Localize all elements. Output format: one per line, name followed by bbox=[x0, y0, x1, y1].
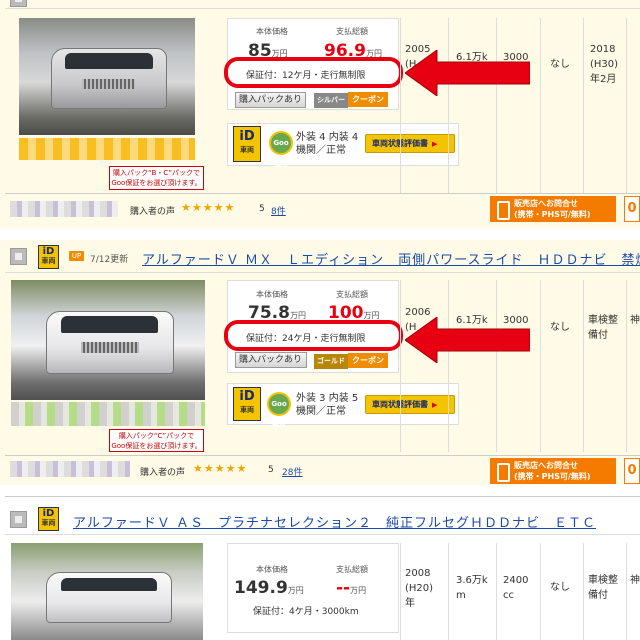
pack-note: 購入パック“C”パックで Goo保証をお選び頂けます。 bbox=[109, 429, 204, 452]
total-price: --万円 bbox=[336, 578, 367, 598]
divider bbox=[5, 193, 640, 194]
rating-stars: ★★★★★ bbox=[181, 201, 236, 214]
buy-pack-button[interactable]: 購入パックあり bbox=[235, 92, 307, 108]
divider bbox=[583, 280, 584, 452]
buyer-voice-label: 購入者の声 bbox=[140, 468, 186, 478]
repair-history: なし bbox=[550, 582, 570, 593]
divider bbox=[5, 272, 640, 273]
divider bbox=[400, 543, 401, 640]
review-count-link[interactable]: 28件 bbox=[282, 465, 302, 478]
divider bbox=[496, 280, 497, 452]
base-price: 149.9万円 bbox=[234, 578, 304, 598]
total-price-label: 支払総額 bbox=[336, 565, 368, 574]
divider bbox=[400, 18, 401, 194]
divider bbox=[626, 18, 627, 194]
divider bbox=[5, 496, 640, 497]
listing-checkbox[interactable] bbox=[10, 511, 27, 528]
divider bbox=[626, 280, 627, 452]
inspection-status: 車検整 備付 bbox=[588, 575, 618, 601]
listing-checkbox[interactable] bbox=[10, 248, 27, 265]
rating-stars: ★★★★★ bbox=[193, 462, 248, 475]
contact-dealer-button[interactable]: 販売店へお問合せ (携帯・PHS可/無料) bbox=[490, 196, 616, 222]
repair-history: なし bbox=[550, 322, 570, 333]
warranty-text: 保証付：4ケ月・3000km bbox=[253, 607, 359, 617]
base-price-label: 本体価格 bbox=[256, 27, 288, 36]
inspection-status: 車検整 備付 bbox=[588, 315, 618, 341]
id-vehicle-logo: iD 車両 bbox=[38, 245, 59, 269]
total-price-label: 支払総額 bbox=[336, 290, 368, 299]
car-photo[interactable] bbox=[19, 18, 195, 135]
rating-number: 5 bbox=[259, 204, 265, 214]
listing-title-link[interactable]: アルファードＶ ＡＳ プラチナセレクション２ 純正フルセグＨＤＤナビ ＥＴＣ bbox=[73, 512, 596, 531]
mileage: 3.6万k m bbox=[456, 575, 488, 601]
divider bbox=[583, 18, 584, 194]
divider bbox=[496, 18, 497, 194]
divider bbox=[448, 280, 449, 452]
model-year: 2008 (H20) 年 bbox=[405, 568, 434, 609]
divider bbox=[400, 280, 401, 452]
listing-2: iD 車両 UP 7/12更新 アルファードＶ ＭＸ Ｌエディション 両側パワース… bbox=[0, 240, 640, 485]
listing-checkbox[interactable] bbox=[10, 0, 27, 7]
blurred-reviewer bbox=[10, 461, 130, 477]
id-vehicle-logo: iD 車両 bbox=[233, 126, 261, 162]
warranty-highlight-ring bbox=[224, 320, 403, 351]
id-vehicle-logo: iD 車両 bbox=[38, 507, 59, 531]
red-arrow-icon bbox=[405, 50, 530, 96]
divider bbox=[5, 8, 640, 9]
divider bbox=[583, 543, 584, 640]
displacement: 2400 cc bbox=[503, 575, 529, 601]
evaluation-sheet-button[interactable]: 車両状態評価書 bbox=[365, 134, 455, 153]
blurred-reviewer bbox=[10, 201, 118, 217]
review-count-link[interactable]: 8件 bbox=[271, 204, 286, 217]
divider bbox=[496, 543, 497, 640]
listing-title-link[interactable]: アルファードＶ ＭＸ Ｌエディション 両側パワースライド ＨＤＤナビ 禁煙車 bbox=[142, 249, 640, 268]
update-badge: UP bbox=[69, 251, 84, 261]
evaluation-scores: 外装 3 内装 5 機関／正常 bbox=[296, 393, 359, 417]
base-price-label: 本体価格 bbox=[256, 565, 288, 574]
contact-secondary-button[interactable]: 0 bbox=[624, 196, 640, 222]
goo-inspection-icon: Goo鑑定 bbox=[267, 392, 291, 428]
region: 神 bbox=[630, 575, 640, 586]
goo-inspection-icon: Goo鑑定 bbox=[269, 131, 293, 167]
coupon-badge[interactable]: シルバー クーポン bbox=[314, 92, 388, 108]
divider bbox=[5, 455, 640, 456]
buy-pack-button[interactable]: 購入パックあり bbox=[235, 352, 307, 368]
listing-1: 購入パック“B・C”パックで Goo保証をお選び頂けます。 本体価格 支払総額 8… bbox=[0, 0, 640, 228]
divider bbox=[540, 18, 541, 194]
id-vehicle-logo: iD 車両 bbox=[233, 387, 261, 421]
buyer-voice-label: 購入者の声 bbox=[130, 207, 176, 217]
divider bbox=[540, 543, 541, 640]
contact-dealer-button[interactable]: 販売店へお問合せ (携帯・PHS可/無料) bbox=[490, 458, 616, 484]
divider bbox=[448, 543, 449, 640]
evaluation-sheet-button[interactable]: 車両状態評価書 bbox=[365, 395, 455, 414]
contact-secondary-button[interactable]: 0 bbox=[624, 458, 640, 484]
update-date: 7/12更新 bbox=[90, 255, 129, 265]
blurred-dealer-name bbox=[19, 138, 195, 160]
divider bbox=[5, 534, 640, 535]
inspection-date: 2018 (H30) 年2月 bbox=[590, 44, 619, 85]
repair-history: なし bbox=[550, 59, 570, 70]
car-photo[interactable] bbox=[11, 543, 203, 640]
divider bbox=[448, 18, 449, 194]
car-photo[interactable] bbox=[11, 280, 205, 400]
blurred-dealer-name bbox=[11, 402, 205, 426]
warranty-highlight-ring bbox=[224, 57, 403, 88]
divider bbox=[540, 280, 541, 452]
pack-note: 購入パック“B・C”パックで Goo保証をお選び頂けます。 bbox=[109, 166, 204, 190]
total-price-label: 支払総額 bbox=[336, 27, 368, 36]
coupon-badge[interactable]: ゴールド クーポン bbox=[314, 353, 388, 369]
red-arrow-icon bbox=[405, 317, 530, 363]
region: 神 bbox=[630, 315, 640, 326]
rating-number: 5 bbox=[268, 465, 274, 475]
base-price-label: 本体価格 bbox=[256, 290, 288, 299]
divider bbox=[626, 543, 627, 640]
evaluation-scores: 外装 4 内装 4 機関／正常 bbox=[296, 132, 359, 156]
listing-3: iD 車両 アルファードＶ ＡＳ プラチナセレクション２ 純正フルセグＨＤＤナビ … bbox=[0, 496, 640, 640]
